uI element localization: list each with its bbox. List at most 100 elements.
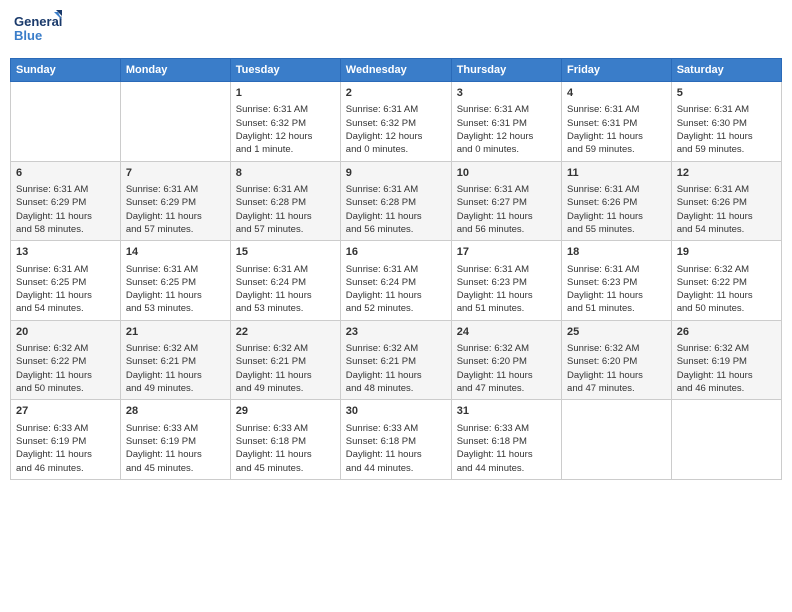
day-info: and 50 minutes. <box>677 302 776 315</box>
day-info: and 51 minutes. <box>567 302 666 315</box>
calendar-cell: 31Sunrise: 6:33 AMSunset: 6:18 PMDayligh… <box>451 400 561 480</box>
day-number: 16 <box>346 245 446 260</box>
day-info: Daylight: 11 hours <box>236 289 335 302</box>
day-number: 19 <box>677 245 776 260</box>
calendar-cell: 24Sunrise: 6:32 AMSunset: 6:20 PMDayligh… <box>451 320 561 400</box>
day-info: Sunset: 6:20 PM <box>457 355 556 368</box>
day-number: 8 <box>236 166 335 181</box>
calendar-cell: 1Sunrise: 6:31 AMSunset: 6:32 PMDaylight… <box>230 82 340 162</box>
day-info: Daylight: 11 hours <box>677 369 776 382</box>
day-info: Sunrise: 6:32 AM <box>457 342 556 355</box>
day-info: Sunrise: 6:31 AM <box>236 103 335 116</box>
calendar-cell: 2Sunrise: 6:31 AMSunset: 6:32 PMDaylight… <box>340 82 451 162</box>
day-info: Sunrise: 6:31 AM <box>457 103 556 116</box>
day-info: and 54 minutes. <box>16 302 115 315</box>
day-info: Sunrise: 6:33 AM <box>16 422 115 435</box>
day-info: Sunset: 6:21 PM <box>126 355 225 368</box>
day-info: and 45 minutes. <box>126 462 225 475</box>
calendar-cell <box>671 400 781 480</box>
calendar-cell: 28Sunrise: 6:33 AMSunset: 6:19 PMDayligh… <box>120 400 230 480</box>
day-info: Sunrise: 6:31 AM <box>236 263 335 276</box>
day-info: Daylight: 11 hours <box>236 448 335 461</box>
day-number: 12 <box>677 166 776 181</box>
day-info: Daylight: 11 hours <box>346 369 446 382</box>
day-info: Sunrise: 6:32 AM <box>567 342 666 355</box>
day-info: Sunset: 6:24 PM <box>346 276 446 289</box>
day-info: Daylight: 11 hours <box>126 289 225 302</box>
day-info: Sunrise: 6:33 AM <box>457 422 556 435</box>
day-number: 28 <box>126 404 225 419</box>
day-info: and 46 minutes. <box>16 462 115 475</box>
day-info: and 54 minutes. <box>677 223 776 236</box>
day-info: Daylight: 11 hours <box>677 289 776 302</box>
calendar-cell: 4Sunrise: 6:31 AMSunset: 6:31 PMDaylight… <box>562 82 672 162</box>
calendar-cell: 23Sunrise: 6:32 AMSunset: 6:21 PMDayligh… <box>340 320 451 400</box>
calendar-body: 1Sunrise: 6:31 AMSunset: 6:32 PMDaylight… <box>11 82 782 480</box>
day-info: Sunset: 6:28 PM <box>236 196 335 209</box>
day-info: and 47 minutes. <box>567 382 666 395</box>
day-info: Daylight: 11 hours <box>126 448 225 461</box>
day-info: Sunset: 6:31 PM <box>567 117 666 130</box>
day-number: 6 <box>16 166 115 181</box>
day-number: 18 <box>567 245 666 260</box>
day-info: Daylight: 11 hours <box>457 289 556 302</box>
day-number: 5 <box>677 86 776 101</box>
day-info: Daylight: 11 hours <box>346 448 446 461</box>
day-info: Sunrise: 6:31 AM <box>126 263 225 276</box>
calendar-week-2: 13Sunrise: 6:31 AMSunset: 6:25 PMDayligh… <box>11 241 782 321</box>
day-number: 31 <box>457 404 556 419</box>
day-info: Sunrise: 6:31 AM <box>16 263 115 276</box>
day-info: Daylight: 11 hours <box>567 369 666 382</box>
day-info: and 59 minutes. <box>677 143 776 156</box>
calendar-cell <box>11 82 121 162</box>
calendar-week-0: 1Sunrise: 6:31 AMSunset: 6:32 PMDaylight… <box>11 82 782 162</box>
calendar-cell: 9Sunrise: 6:31 AMSunset: 6:28 PMDaylight… <box>340 161 451 241</box>
weekday-header-saturday: Saturday <box>671 59 781 82</box>
day-info: Sunset: 6:29 PM <box>16 196 115 209</box>
day-number: 24 <box>457 325 556 340</box>
day-number: 30 <box>346 404 446 419</box>
day-info: and 1 minute. <box>236 143 335 156</box>
calendar-cell: 17Sunrise: 6:31 AMSunset: 6:23 PMDayligh… <box>451 241 561 321</box>
day-number: 21 <box>126 325 225 340</box>
day-info: Daylight: 12 hours <box>236 130 335 143</box>
day-info: Daylight: 11 hours <box>567 210 666 223</box>
calendar-week-1: 6Sunrise: 6:31 AMSunset: 6:29 PMDaylight… <box>11 161 782 241</box>
day-info: Sunrise: 6:31 AM <box>457 183 556 196</box>
day-number: 9 <box>346 166 446 181</box>
calendar-cell <box>120 82 230 162</box>
calendar-cell: 16Sunrise: 6:31 AMSunset: 6:24 PMDayligh… <box>340 241 451 321</box>
svg-text:General: General <box>14 14 62 29</box>
day-info: and 44 minutes. <box>346 462 446 475</box>
day-info: and 58 minutes. <box>16 223 115 236</box>
calendar-cell: 5Sunrise: 6:31 AMSunset: 6:30 PMDaylight… <box>671 82 781 162</box>
day-number: 25 <box>567 325 666 340</box>
calendar-cell: 21Sunrise: 6:32 AMSunset: 6:21 PMDayligh… <box>120 320 230 400</box>
day-info: and 57 minutes. <box>126 223 225 236</box>
day-info: Sunrise: 6:32 AM <box>16 342 115 355</box>
day-info: and 46 minutes. <box>677 382 776 395</box>
calendar-cell: 11Sunrise: 6:31 AMSunset: 6:26 PMDayligh… <box>562 161 672 241</box>
day-info: and 0 minutes. <box>457 143 556 156</box>
day-info: and 53 minutes. <box>236 302 335 315</box>
day-info: and 51 minutes. <box>457 302 556 315</box>
day-info: Daylight: 12 hours <box>457 130 556 143</box>
day-info: Sunset: 6:25 PM <box>126 276 225 289</box>
logo-svg: General Blue <box>14 10 62 50</box>
day-number: 29 <box>236 404 335 419</box>
day-info: Sunrise: 6:33 AM <box>346 422 446 435</box>
day-info: Sunset: 6:19 PM <box>126 435 225 448</box>
calendar-cell: 20Sunrise: 6:32 AMSunset: 6:22 PMDayligh… <box>11 320 121 400</box>
calendar-cell: 14Sunrise: 6:31 AMSunset: 6:25 PMDayligh… <box>120 241 230 321</box>
day-info: Sunrise: 6:31 AM <box>16 183 115 196</box>
day-number: 17 <box>457 245 556 260</box>
day-info: Sunrise: 6:32 AM <box>677 263 776 276</box>
day-info: Sunset: 6:22 PM <box>16 355 115 368</box>
logo: General Blue <box>14 10 62 50</box>
svg-text:Blue: Blue <box>14 28 42 43</box>
day-info: Daylight: 11 hours <box>346 289 446 302</box>
day-info: Sunrise: 6:32 AM <box>236 342 335 355</box>
day-info: Sunrise: 6:31 AM <box>677 183 776 196</box>
calendar-cell: 12Sunrise: 6:31 AMSunset: 6:26 PMDayligh… <box>671 161 781 241</box>
day-number: 7 <box>126 166 225 181</box>
